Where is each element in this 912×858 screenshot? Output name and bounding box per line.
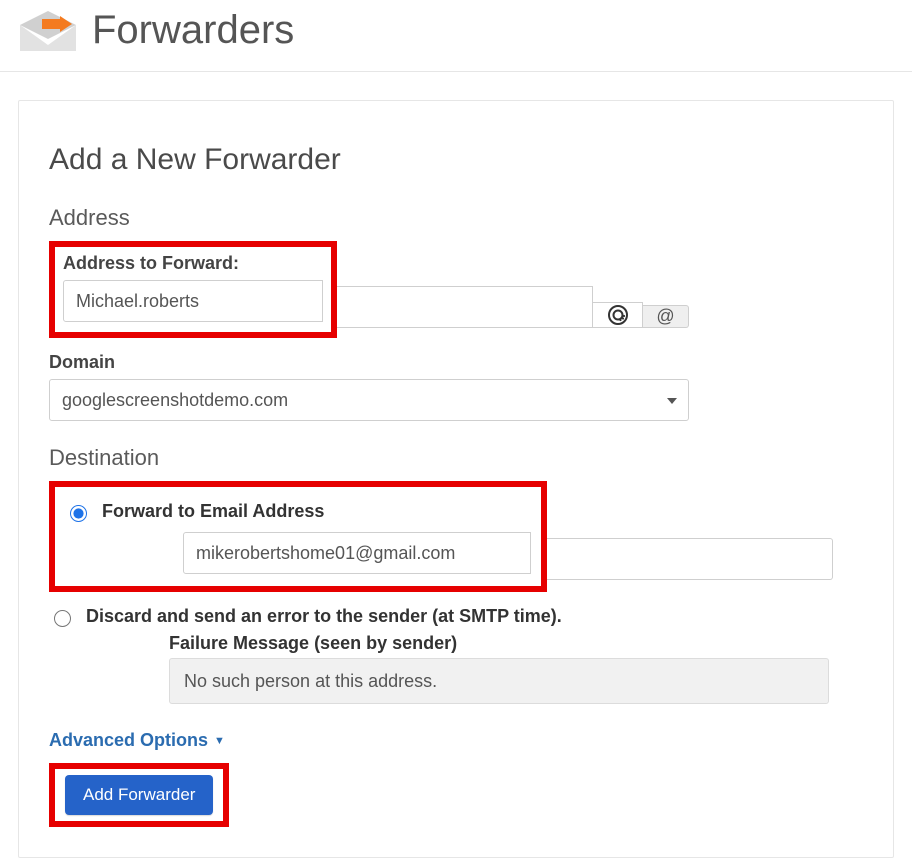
destination-highlight-box: Forward to Email Address: [49, 481, 547, 592]
address-to-forward-input[interactable]: [63, 280, 323, 322]
advanced-options-toggle[interactable]: Advanced Options ▼: [49, 730, 225, 751]
page-header: Forwarders: [0, 0, 912, 72]
target-icon: [606, 303, 630, 327]
forwarder-panel: Add a New Forwarder Address Address to F…: [18, 100, 894, 858]
forward-to-email-label: Forward to Email Address: [102, 501, 324, 522]
at-symbol-addon: @: [643, 305, 689, 328]
add-forwarder-button[interactable]: Add Forwarder: [65, 775, 213, 815]
address-section-label: Address: [49, 205, 863, 231]
discard-error-radio[interactable]: [54, 610, 71, 627]
forward-to-email-radio[interactable]: [70, 505, 87, 522]
failure-message-label: Failure Message (seen by sender): [169, 633, 863, 654]
forward-email-input[interactable]: [183, 532, 531, 574]
forwarders-icon: [20, 11, 76, 51]
address-to-forward-label: Address to Forward:: [63, 253, 323, 274]
address-highlight-box: Address to Forward:: [49, 241, 337, 338]
autofill-icon-box[interactable]: [593, 302, 643, 328]
domain-select[interactable]: googlescreenshotdemo.com: [49, 379, 689, 421]
panel-heading: Add a New Forwarder: [49, 143, 863, 177]
domain-label: Domain: [49, 352, 863, 373]
destination-section-label: Destination: [49, 445, 863, 471]
failure-message-value: No such person at this address.: [184, 671, 437, 692]
failure-message-box: No such person at this address.: [169, 658, 829, 704]
address-input-row: Address to Forward: @: [49, 241, 689, 338]
caret-down-icon: ▼: [214, 735, 225, 747]
advanced-options-label: Advanced Options: [49, 730, 208, 751]
submit-highlight-box: Add Forwarder: [49, 763, 229, 827]
discard-error-label: Discard and send an error to the sender …: [86, 606, 562, 627]
page-title: Forwarders: [92, 8, 294, 53]
